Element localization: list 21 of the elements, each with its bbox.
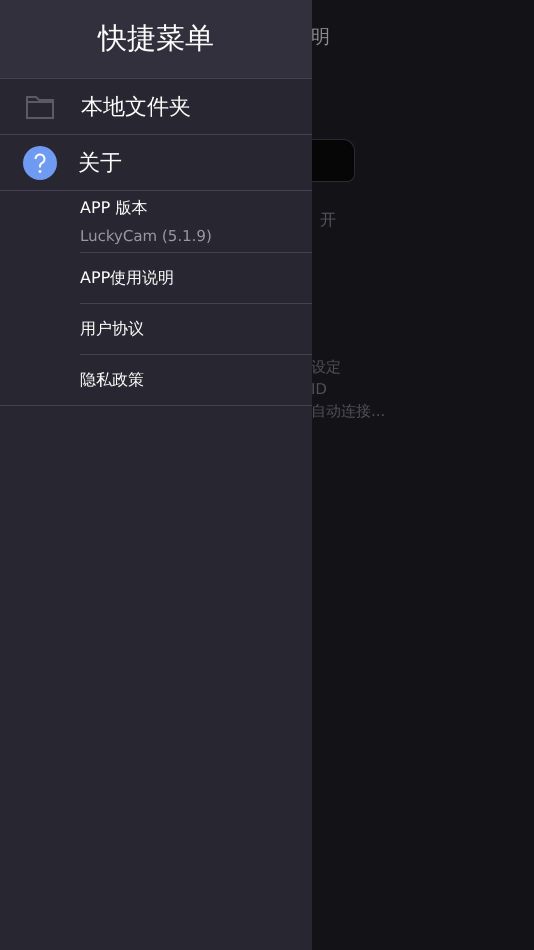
about-item[interactable]: 用户协议 — [80, 304, 312, 355]
background-text: 自动连接... — [311, 401, 386, 422]
item-title: 隐私政策 — [80, 370, 145, 390]
background-text: ID — [311, 379, 327, 400]
drawer-title: 快捷菜单 — [0, 0, 312, 79]
item-title: APP使用说明 — [80, 268, 176, 288]
item-title: 用户协议 — [80, 318, 145, 340]
item-title: APP 版本 — [80, 198, 148, 219]
menu-item[interactable]: 关于 — [0, 135, 312, 191]
menu-item[interactable]: 本地文件夹 — [0, 79, 312, 135]
about-item[interactable]: APP 版本 LuckyCam (5.1.9) — [80, 191, 312, 253]
about-item[interactable]: APP使用说明 — [80, 253, 312, 304]
menu-label: 关于 — [78, 150, 122, 178]
background-text: 明 — [311, 25, 330, 50]
item-subtitle: LuckyCam (5.1.9) — [80, 227, 213, 245]
menu-label: 本地文件夹 — [81, 94, 191, 122]
about-item[interactable]: 隐私政策 — [80, 355, 312, 405]
folder-icon — [26, 94, 54, 118]
background-text: 开 — [320, 209, 336, 231]
help-icon — [23, 146, 57, 180]
background-text: 设定 — [311, 357, 341, 378]
